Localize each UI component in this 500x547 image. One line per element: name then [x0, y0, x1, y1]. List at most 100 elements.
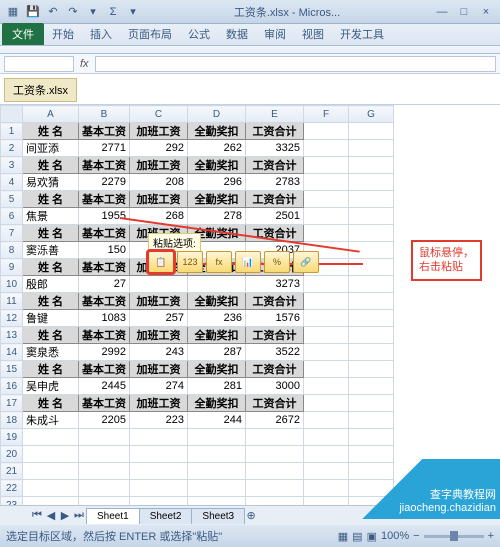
- cell[interactable]: 274: [130, 378, 188, 395]
- cell[interactable]: 3522: [246, 344, 304, 361]
- cell[interactable]: 2672: [246, 412, 304, 429]
- zoom-in-button[interactable]: +: [488, 530, 494, 542]
- workbook-tab[interactable]: 工资条.xlsx: [4, 78, 77, 102]
- cell[interactable]: 全勤奖扣: [188, 361, 246, 378]
- tab-home[interactable]: 开始: [44, 23, 82, 45]
- cell[interactable]: [246, 480, 304, 497]
- cell[interactable]: 姓 名: [23, 327, 79, 344]
- cell[interactable]: 姓 名: [23, 293, 79, 310]
- row-header[interactable]: 21: [1, 463, 23, 480]
- row-header[interactable]: 5: [1, 191, 23, 208]
- minimize-button[interactable]: —: [432, 4, 452, 20]
- row-header[interactable]: 12: [1, 310, 23, 327]
- col-header[interactable]: E: [246, 106, 304, 123]
- col-header[interactable]: G: [349, 106, 394, 123]
- cell[interactable]: 208: [130, 174, 188, 191]
- cell[interactable]: 易欢猜: [23, 174, 79, 191]
- zoom-slider[interactable]: [424, 535, 484, 538]
- paste-option-keep-formatting[interactable]: 📋: [148, 251, 174, 273]
- row-header[interactable]: 9: [1, 259, 23, 276]
- cell[interactable]: [79, 446, 130, 463]
- cell[interactable]: 工资合计: [246, 157, 304, 174]
- cell[interactable]: 加班工资: [130, 123, 188, 140]
- cell[interactable]: 278: [188, 208, 246, 225]
- cell[interactable]: [188, 429, 246, 446]
- view-layout-icon[interactable]: ▤: [352, 530, 362, 543]
- maximize-button[interactable]: □: [454, 4, 474, 20]
- cell[interactable]: 全勤奖扣: [188, 191, 246, 208]
- row-header[interactable]: 3: [1, 157, 23, 174]
- sum-icon[interactable]: Σ: [104, 3, 122, 21]
- row-header[interactable]: 2: [1, 140, 23, 157]
- paste-option-formulas[interactable]: fx: [206, 251, 232, 273]
- row-header[interactable]: 16: [1, 378, 23, 395]
- cell[interactable]: 姓 名: [23, 191, 79, 208]
- row-header[interactable]: 6: [1, 208, 23, 225]
- cell[interactable]: [349, 140, 394, 157]
- col-header[interactable]: C: [130, 106, 188, 123]
- cell[interactable]: 全勤奖扣: [188, 157, 246, 174]
- col-header[interactable]: B: [79, 106, 130, 123]
- tab-insert[interactable]: 插入: [82, 23, 120, 45]
- cell[interactable]: [23, 429, 79, 446]
- grid-table[interactable]: A B C D E F G 1姓 名基本工资加班工资全勤奖扣工资合计2间亚添27…: [0, 105, 394, 514]
- tab-formulas[interactable]: 公式: [180, 23, 218, 45]
- col-header[interactable]: A: [23, 106, 79, 123]
- cell[interactable]: 1955: [79, 208, 130, 225]
- cell[interactable]: 加班工资: [130, 157, 188, 174]
- cell[interactable]: [349, 412, 394, 429]
- cell[interactable]: 257: [130, 310, 188, 327]
- cell[interactable]: [304, 157, 349, 174]
- cell[interactable]: 工资合计: [246, 123, 304, 140]
- cell[interactable]: [304, 293, 349, 310]
- sheet-nav-prev-icon[interactable]: ◀: [44, 509, 58, 523]
- tab-data[interactable]: 数据: [218, 23, 256, 45]
- cell[interactable]: [304, 123, 349, 140]
- cell[interactable]: [304, 208, 349, 225]
- cell[interactable]: 全勤奖扣: [188, 395, 246, 412]
- cell[interactable]: [349, 361, 394, 378]
- cell[interactable]: 窦泉悉: [23, 344, 79, 361]
- cell[interactable]: [349, 378, 394, 395]
- cell[interactable]: [349, 310, 394, 327]
- cell[interactable]: [304, 327, 349, 344]
- cell[interactable]: [304, 140, 349, 157]
- row-header[interactable]: 18: [1, 412, 23, 429]
- cell[interactable]: 基本工资: [79, 361, 130, 378]
- cell[interactable]: 姓 名: [23, 361, 79, 378]
- row-header[interactable]: 4: [1, 174, 23, 191]
- cell[interactable]: 243: [130, 344, 188, 361]
- cell[interactable]: [79, 463, 130, 480]
- tab-layout[interactable]: 页面布局: [120, 23, 180, 45]
- row-header[interactable]: 8: [1, 242, 23, 259]
- cell[interactable]: 焦景: [23, 208, 79, 225]
- cell[interactable]: [349, 429, 394, 446]
- cell[interactable]: [130, 480, 188, 497]
- cell[interactable]: 基本工资: [79, 327, 130, 344]
- cell[interactable]: [349, 174, 394, 191]
- col-header[interactable]: D: [188, 106, 246, 123]
- view-break-icon[interactable]: ▣: [367, 530, 377, 543]
- cell[interactable]: 2205: [79, 412, 130, 429]
- tab-view[interactable]: 视图: [294, 23, 332, 45]
- cell[interactable]: [246, 463, 304, 480]
- cell[interactable]: [349, 327, 394, 344]
- row-header[interactable]: 7: [1, 225, 23, 242]
- paste-option-transpose[interactable]: 📊: [235, 251, 261, 273]
- cell[interactable]: 150: [79, 242, 130, 259]
- cell[interactable]: [304, 395, 349, 412]
- zoom-out-button[interactable]: −: [413, 530, 419, 542]
- cell[interactable]: [23, 463, 79, 480]
- cell[interactable]: 基本工资: [79, 157, 130, 174]
- cell[interactable]: 223: [130, 412, 188, 429]
- name-box[interactable]: [4, 56, 74, 72]
- cell[interactable]: [304, 310, 349, 327]
- cell[interactable]: 加班工资: [130, 191, 188, 208]
- cell[interactable]: [349, 344, 394, 361]
- cell[interactable]: [304, 276, 349, 293]
- cell[interactable]: [304, 174, 349, 191]
- cell[interactable]: 工资合计: [246, 361, 304, 378]
- fx-icon[interactable]: fx: [80, 58, 89, 70]
- cell[interactable]: 27: [79, 276, 130, 293]
- cell[interactable]: [349, 225, 394, 242]
